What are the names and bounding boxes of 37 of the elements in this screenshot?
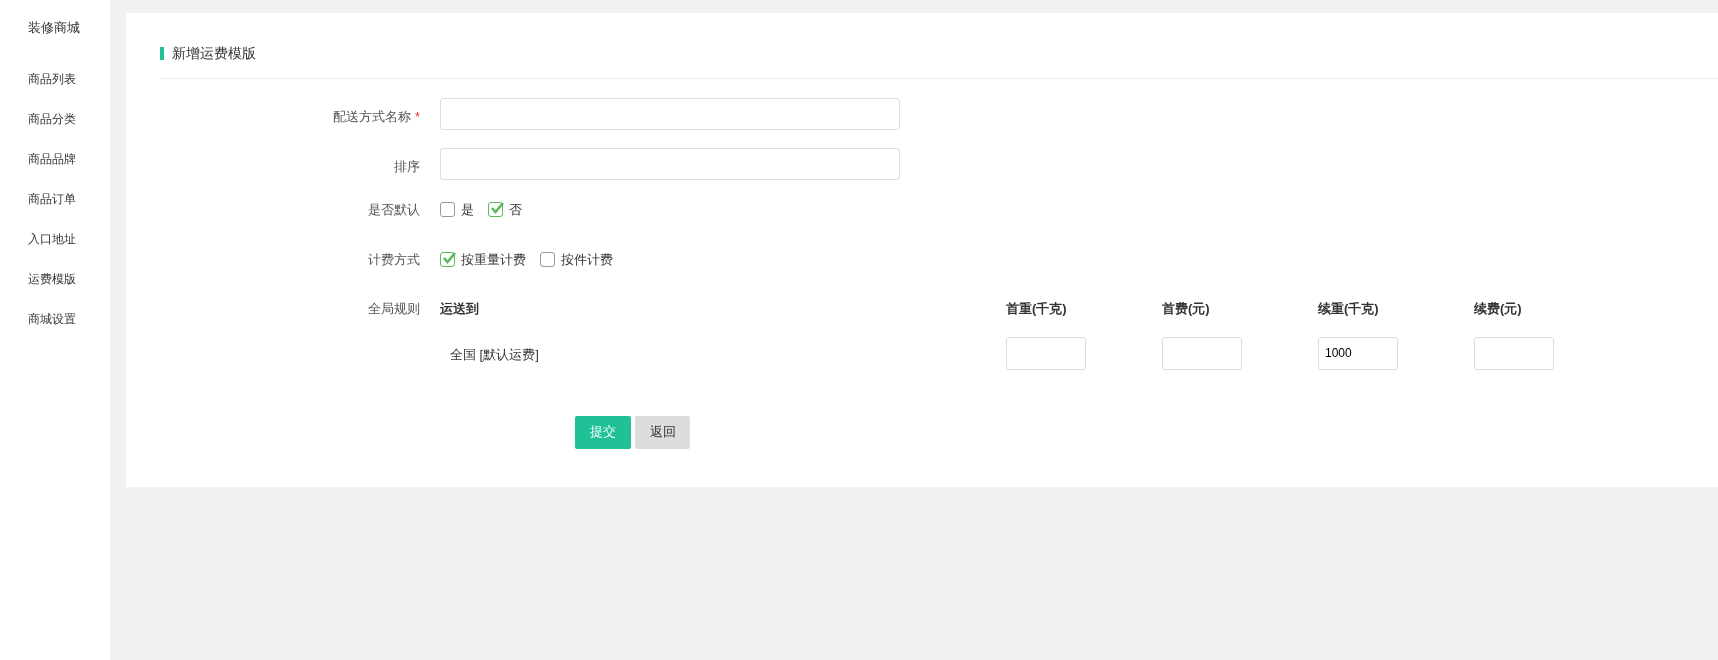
field-label: 全局规则: [367, 300, 421, 318]
checkbox[interactable]: [440, 202, 455, 218]
column-header: 首费(元): [1162, 300, 1211, 318]
column-header: 续费(元): [1474, 300, 1523, 318]
field-label: 计费方式: [367, 250, 421, 269]
option-label[interactable]: 是: [461, 200, 474, 220]
sidebar-item[interactable]: 商品分类: [0, 110, 110, 150]
back-button[interactable]: 返回: [635, 415, 690, 449]
checkbox[interactable]: [488, 202, 503, 218]
checkbox[interactable]: [440, 251, 455, 267]
required-mark: *: [414, 109, 420, 124]
label-text: 配送方式名称: [333, 109, 412, 124]
checkbox[interactable]: [540, 251, 555, 267]
sidebar-item[interactable]: 商城设置: [0, 310, 110, 350]
number-field[interactable]: [1474, 336, 1554, 370]
column-header: 运送到: [440, 300, 480, 318]
option-label[interactable]: 按重量计费: [461, 249, 526, 269]
option-label[interactable]: 按件计费: [561, 249, 613, 269]
column-header: 续重(千克): [1318, 300, 1380, 318]
brand-title: 装修商城: [27, 19, 81, 37]
sidebar-item[interactable]: 运费模版: [0, 270, 110, 310]
sidebar-item[interactable]: 入口地址: [0, 230, 110, 270]
sidebar-item[interactable]: 商品品牌: [0, 150, 110, 190]
region-text: 全国 [默认运费]: [450, 346, 539, 362]
sidebar-item[interactable]: 商品列表: [0, 70, 110, 110]
panel-title: 新增运费模版: [172, 44, 256, 63]
text-field[interactable]: [440, 98, 900, 130]
column-header: 首重(千克): [1006, 300, 1068, 318]
number-field[interactable]: [1162, 336, 1242, 370]
number-field[interactable]: 1000: [1318, 336, 1398, 370]
sidebar-item[interactable]: 商品订单: [0, 190, 110, 230]
text-field[interactable]: [440, 148, 900, 180]
field-label: 排序: [393, 158, 421, 176]
option-label[interactable]: 否: [509, 200, 522, 220]
number-field[interactable]: [1006, 336, 1086, 370]
accent-bar: [160, 47, 164, 60]
field-label: 是否默认: [367, 201, 421, 219]
